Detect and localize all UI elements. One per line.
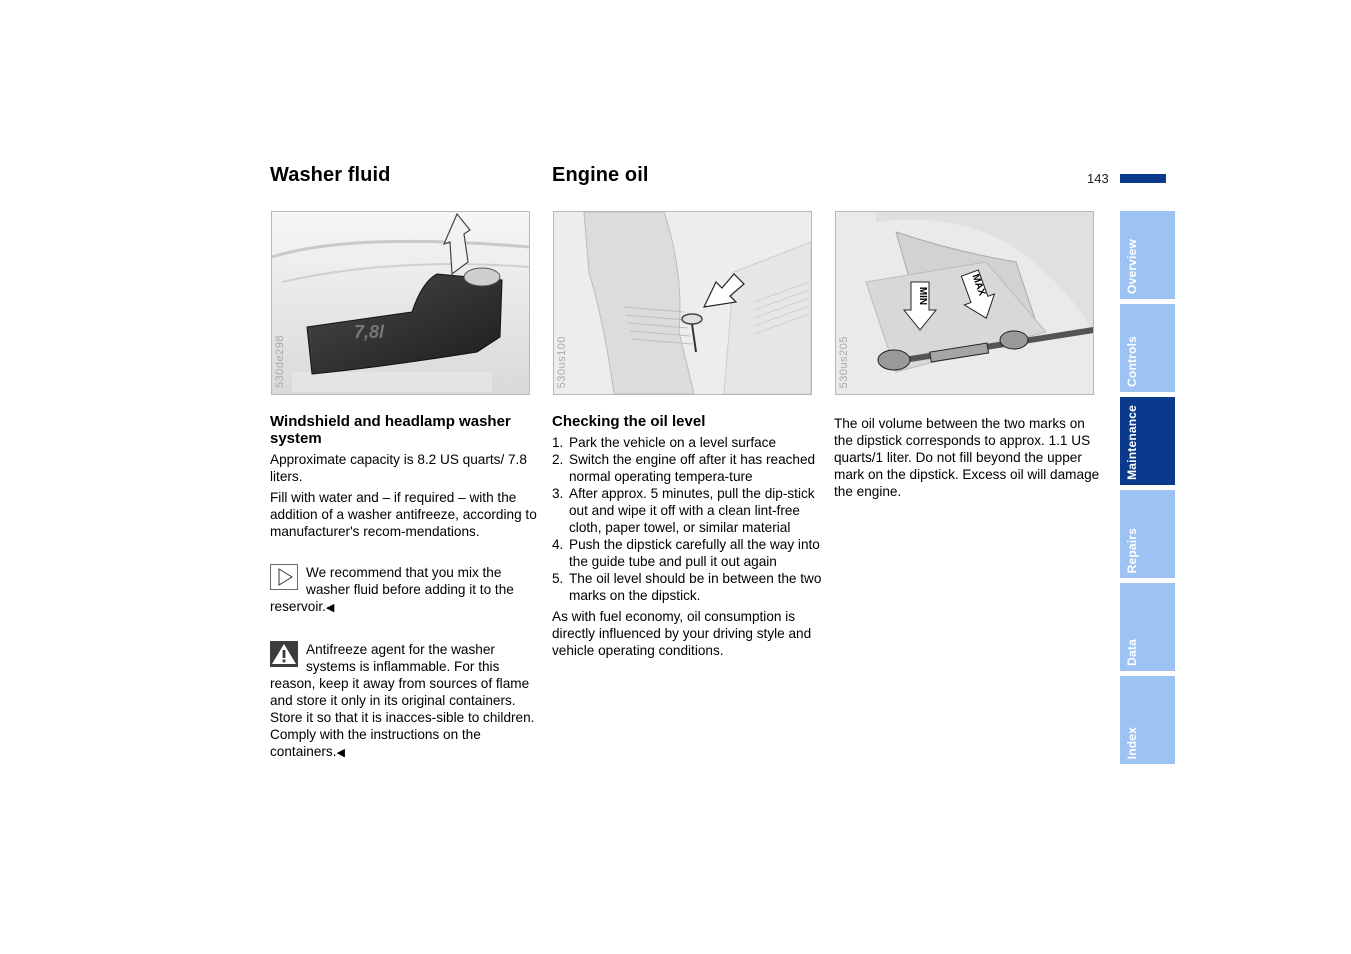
tip-note: We recommend that you mix the washer flu…	[270, 564, 542, 617]
tip-triangle-icon	[270, 564, 298, 590]
section-title-washer-fluid: Washer fluid	[270, 164, 391, 186]
figure-washer-reservoir: 7,8l 530de298	[271, 211, 530, 395]
page-number: 143	[1087, 171, 1109, 186]
capacity-label-on-tank: 7,8l	[354, 322, 385, 342]
oil-check-heading: Checking the oil level	[552, 413, 706, 430]
step-item: 4. Push the dipstick carefully all the wa…	[552, 537, 820, 569]
washer-reservoir-illustration: 7,8l	[272, 212, 529, 394]
figure-code: 530us205	[838, 335, 850, 388]
figure-dipstick-marks: MIN MAX 530us205	[835, 211, 1094, 395]
washer-system-heading: Windshield and headlamp washer system	[270, 413, 511, 447]
figure-oil-dipstick-location: 530us100	[553, 211, 812, 395]
end-mark-icon: ◀	[325, 602, 335, 614]
oil-check-steps: 1. Park the vehicle on a level surface 2.…	[552, 434, 824, 604]
warning-icon	[270, 641, 298, 667]
warning-note: Antifreeze agent for the washer systems …	[270, 641, 542, 762]
page-number-bar	[1120, 174, 1166, 183]
step-item: 3. After approx. 5 minutes, pull the dip-…	[552, 486, 815, 535]
oil-check-column: Checking the oil level 1. Park the vehicl…	[552, 413, 824, 663]
warning-text: Antifreeze agent for the washer systems …	[270, 642, 535, 759]
oil-volume-text: The oil volume between the two marks on …	[834, 416, 1100, 499]
oil-consumption-text: As with fuel economy, oil consumption is…	[552, 609, 812, 658]
side-tab-overview[interactable]: Overview	[1120, 211, 1175, 299]
washer-column: Windshield and headlamp washer system Ap…	[270, 413, 542, 762]
dipstick-location-illustration	[554, 212, 811, 394]
step-item: 2. Switch the engine off after it has rea…	[552, 452, 816, 484]
figure-code: 530us100	[556, 335, 568, 388]
washer-fill-text: Fill with water and – if required – with…	[270, 490, 537, 539]
side-tab-index[interactable]: Index	[1120, 676, 1175, 764]
side-tab-repairs[interactable]: Repairs	[1120, 490, 1175, 578]
min-mark-label: MIN	[917, 287, 928, 305]
step-item: 5. The oil level should be in between the…	[552, 571, 822, 603]
side-tab-data[interactable]: Data	[1120, 583, 1175, 671]
oil-volume-column: The oil volume between the two marks on …	[834, 415, 1106, 504]
figure-code: 530de298	[274, 335, 286, 388]
side-tab-controls[interactable]: Controls	[1120, 304, 1175, 392]
step-item: 1. Park the vehicle on a level surface	[552, 435, 777, 450]
end-mark-icon: ◀	[336, 747, 345, 759]
washer-capacity-text: Approximate capacity is 8.2 US quarts/ 7…	[270, 452, 527, 484]
section-title-engine-oil: Engine oil	[552, 164, 649, 186]
dipstick-marks-illustration: MIN MAX	[836, 212, 1093, 394]
side-tab-maintenance[interactable]: Maintenance	[1120, 397, 1175, 485]
tip-text: We recommend that you mix the washer flu…	[270, 565, 514, 614]
